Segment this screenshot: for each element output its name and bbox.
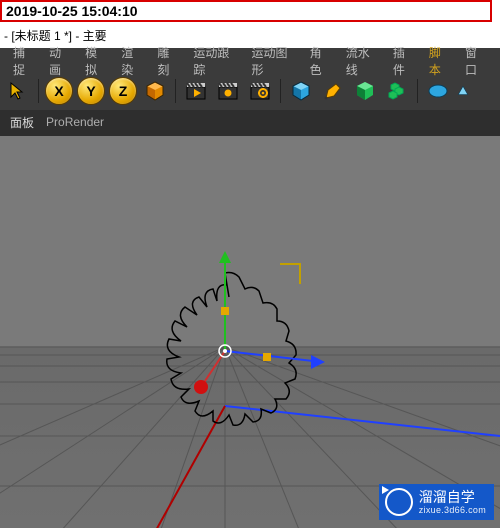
camera-frame-corner xyxy=(280,264,300,284)
axis-x-line xyxy=(155,406,225,528)
watermark-badge: 溜溜自学 zixue.3d66.com xyxy=(379,484,494,520)
toolbar-separator xyxy=(38,79,39,103)
cube-blue-icon xyxy=(289,79,313,103)
ellipse-blue-icon xyxy=(426,79,450,103)
menu-character[interactable]: 角色 xyxy=(303,42,339,80)
menu-render[interactable]: 渲染 xyxy=(114,42,150,80)
array-tool-button[interactable] xyxy=(383,77,411,105)
render-settings-button[interactable] xyxy=(246,77,274,105)
menu-bar: 捕捉 动画 模拟 渲染 雕刻 运动跟踪 运动图形 角色 流水线 插件 脚本 窗口 xyxy=(0,48,500,72)
axis-y-icon: Y xyxy=(77,77,105,105)
timestamp-box: 2019-10-25 15:04:10 xyxy=(0,0,492,22)
menu-plugins[interactable]: 插件 xyxy=(386,42,422,80)
cube-primitive-button[interactable] xyxy=(287,77,315,105)
menu-capture[interactable]: 捕捉 xyxy=(6,42,42,80)
tab-prorender[interactable]: ProRender xyxy=(46,115,104,129)
menu-track[interactable]: 运动跟踪 xyxy=(186,42,244,80)
ellipse-primitive-button[interactable] xyxy=(424,77,452,105)
menu-mograph[interactable]: 运动图形 xyxy=(245,42,303,80)
pen-icon xyxy=(321,79,345,103)
watermark-title: 溜溜自学 xyxy=(419,490,486,504)
play-circle-icon xyxy=(385,488,413,516)
array-icon xyxy=(385,79,409,103)
menu-window[interactable]: 窗口 xyxy=(458,42,494,80)
menu-animation[interactable]: 动画 xyxy=(42,42,78,80)
cone-icon xyxy=(456,79,470,103)
render-frame-button[interactable] xyxy=(182,77,210,105)
menu-sculpt[interactable]: 雕刻 xyxy=(150,42,186,80)
3d-viewport[interactable]: 溜溜自学 zixue.3d66.com xyxy=(0,136,500,528)
axis-z-button[interactable]: Z xyxy=(109,77,137,105)
tab-panel[interactable]: 面板 xyxy=(10,114,34,131)
axis-z-icon: Z xyxy=(109,77,137,105)
move-gizmo[interactable] xyxy=(194,251,325,394)
toolbar-separator xyxy=(175,79,176,103)
menu-pipeline[interactable]: 流水线 xyxy=(339,42,386,80)
cursor-icon xyxy=(7,80,29,102)
coord-system-button[interactable] xyxy=(141,77,169,105)
cube-orange-icon xyxy=(143,79,167,103)
app-frame: 捕捉 动画 模拟 渲染 雕刻 运动跟踪 运动图形 角色 流水线 插件 脚本 窗口… xyxy=(0,48,500,528)
viewport-canvas xyxy=(0,136,500,528)
axis-y-button[interactable]: Y xyxy=(77,77,105,105)
clapper-play-icon xyxy=(184,79,208,103)
render-seq-button[interactable] xyxy=(214,77,242,105)
toolbar-separator xyxy=(280,79,281,103)
select-tool[interactable] xyxy=(4,77,32,105)
clapper-film-icon xyxy=(216,79,240,103)
nurbs-cube-icon xyxy=(353,79,377,103)
viewport-tabs: 面板 ProRender xyxy=(0,110,500,136)
toolbar-separator xyxy=(417,79,418,103)
clapper-gear-icon xyxy=(248,79,272,103)
axis-x-icon: X xyxy=(45,77,73,105)
axis-x-button[interactable]: X xyxy=(45,77,73,105)
light-primitive-button[interactable] xyxy=(351,77,379,105)
pen-tool-button[interactable] xyxy=(319,77,347,105)
watermark-url: zixue.3d66.com xyxy=(419,506,486,515)
tri-primitive-button[interactable] xyxy=(456,77,470,105)
menu-simulation[interactable]: 模拟 xyxy=(78,42,114,80)
menu-scripts[interactable]: 脚本 xyxy=(422,42,458,80)
